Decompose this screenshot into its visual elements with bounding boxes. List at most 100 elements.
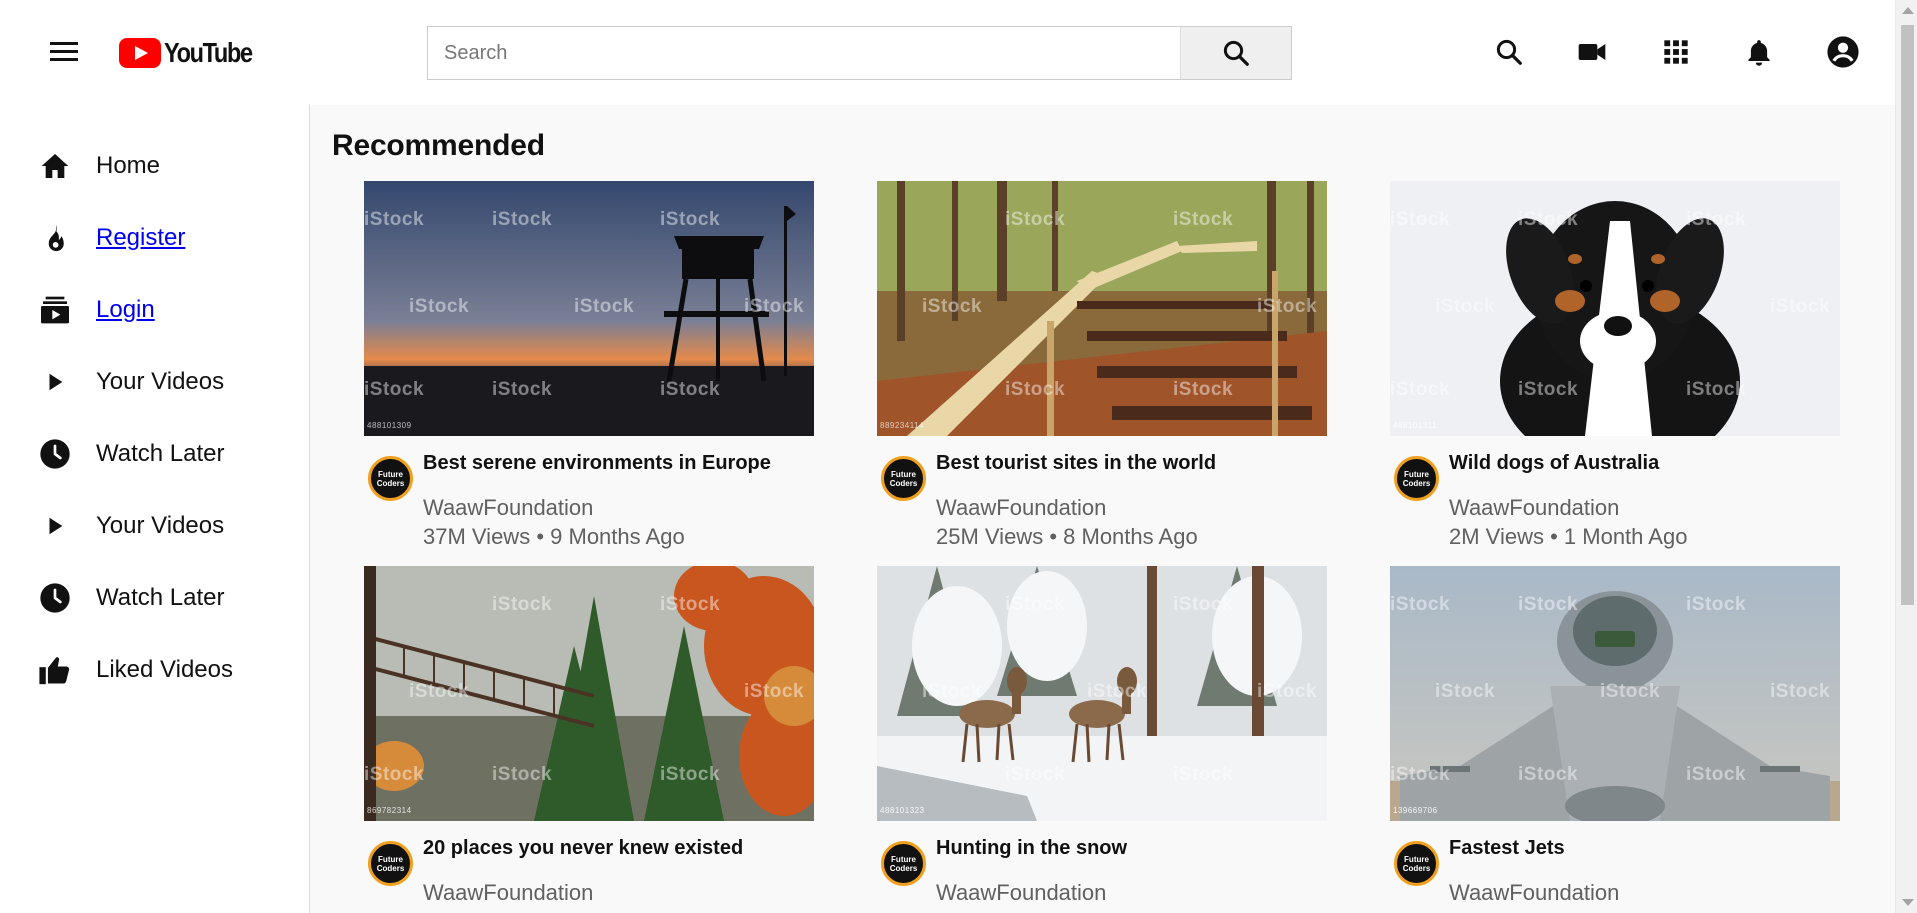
watermark: iStock [1686, 594, 1747, 615]
watermark: iStock [1518, 379, 1579, 400]
watermark: iStock [492, 209, 553, 230]
channel-name[interactable]: WaawFoundation [936, 880, 1106, 906]
video-title[interactable]: 20 places you never knew existed [423, 837, 743, 860]
watermark: iStock [492, 379, 553, 400]
video-title[interactable]: Best serene environments in Europe [423, 452, 771, 475]
youtube-logo[interactable]: YouTube [119, 34, 268, 72]
upload-age: 9 Months Ago [550, 524, 685, 549]
video-camera-icon[interactable] [1572, 32, 1612, 72]
section-title: Recommended [332, 129, 545, 162]
watermark: iStock [1435, 681, 1496, 702]
watermark: iStock [660, 594, 721, 615]
video-thumbnail[interactable]: iStock iStock iStock iStock iStock iStoc… [1390, 181, 1840, 436]
video-card[interactable]: iStock iStock iStock iStock iStock iStoc… [877, 566, 1327, 913]
video-card[interactable]: iStock iStock iStock iStock iStock iStoc… [364, 181, 814, 549]
watermark: iStock [1390, 209, 1451, 230]
search-input[interactable] [428, 27, 1180, 79]
watermark: iStock [1005, 209, 1066, 230]
sidebar-item-your-videos[interactable]: Your Videos [38, 502, 298, 550]
channel-name[interactable]: WaawFoundation [936, 495, 1106, 521]
watermark: iStock [744, 296, 805, 317]
search-icon[interactable] [1489, 32, 1529, 72]
video-thumbnail[interactable]: iStock iStock iStock iStock iStock iStoc… [1390, 566, 1840, 821]
video-info: Future Coders Hunting in the snow WaawFo… [877, 821, 1327, 913]
watermark: iStock [1005, 594, 1066, 615]
video-title[interactable]: Wild dogs of Australia [1449, 452, 1659, 475]
watermark: iStock [492, 764, 553, 785]
sidebar-item-label: Watch Later [96, 584, 225, 611]
watermark: iStock [409, 296, 470, 317]
video-card[interactable]: iStock iStock iStock iStock iStock iStoc… [1390, 181, 1840, 549]
search-button[interactable] [1180, 27, 1291, 79]
image-id: 488101311 [1393, 421, 1437, 430]
sidebar-item-home[interactable]: Home [38, 142, 298, 190]
video-info: Future Coders Wild dogs of Australia Waa… [1390, 436, 1840, 549]
upload-age: 8 Months Ago [1063, 524, 1198, 549]
account-icon[interactable] [1823, 32, 1863, 72]
watermark: iStock [574, 296, 635, 317]
video-meta: 25M Views • 8 Months Ago [936, 524, 1198, 549]
scroll-up-arrow-icon[interactable] [1902, 7, 1914, 14]
video-card[interactable]: iStock iStock iStock iStock iStock iStoc… [364, 566, 814, 913]
channel-avatar[interactable]: Future Coders [881, 841, 926, 886]
channel-avatar[interactable]: Future Coders [881, 456, 926, 501]
video-card[interactable]: iStock iStock iStock iStock iStock iStoc… [877, 181, 1327, 549]
scroll-down-arrow-icon[interactable] [1902, 899, 1914, 906]
video-meta: 37M Views • 9 Months Ago [423, 524, 685, 549]
channel-avatar[interactable]: Future Coders [368, 841, 413, 886]
channel-name[interactable]: WaawFoundation [1449, 880, 1619, 906]
image-id: 488101309 [367, 421, 412, 430]
sidebar-item-liked-videos[interactable]: Liked Videos [38, 646, 298, 694]
video-info: Future Coders 20 places you never knew e… [364, 821, 814, 913]
channel-avatar[interactable]: Future Coders [1394, 456, 1439, 501]
channel-name[interactable]: WaawFoundation [1449, 495, 1619, 521]
image-id: 139669706 [1393, 806, 1438, 815]
play-icon [38, 365, 72, 399]
page-scrollbar[interactable] [1895, 0, 1917, 913]
sidebar-item-watch-later[interactable]: Watch Later [38, 430, 298, 478]
watermark: iStock [1257, 681, 1318, 702]
video-thumbnail[interactable]: iStock iStock iStock iStock iStock iStoc… [877, 181, 1327, 436]
menu-icon[interactable] [46, 37, 82, 67]
watermark: iStock [364, 209, 425, 230]
watermark: iStock [1390, 764, 1451, 785]
watermark: iStock [1173, 764, 1234, 785]
sidebar-item-label: Your Videos [96, 368, 225, 395]
watermark: iStock [1005, 764, 1066, 785]
watermark: iStock [1686, 379, 1747, 400]
image-id: 869782314 [367, 806, 412, 815]
video-title[interactable]: Best tourist sites in the world [936, 452, 1216, 475]
logo-text: YouTube [164, 37, 253, 68]
apps-grid-icon[interactable] [1656, 32, 1696, 72]
channel-name[interactable]: WaawFoundation [423, 880, 593, 906]
watermark: iStock [1005, 379, 1066, 400]
watermark: iStock [1686, 209, 1747, 230]
sidebar-item-label: Home [96, 152, 161, 179]
video-title[interactable]: Hunting in the snow [936, 837, 1127, 860]
channel-avatar[interactable]: Future Coders [368, 456, 413, 501]
channel-name[interactable]: WaawFoundation [423, 495, 593, 521]
video-thumbnail[interactable]: iStock iStock iStock iStock iStock iStoc… [364, 566, 814, 821]
video-thumbnail[interactable]: iStock iStock iStock iStock iStock iStoc… [364, 181, 814, 436]
watermark: iStock [1435, 296, 1496, 317]
video-title[interactable]: Fastest Jets [1449, 837, 1565, 860]
login-link[interactable]: Login [96, 296, 155, 324]
channel-avatar[interactable]: Future Coders [1394, 841, 1439, 886]
video-thumbnail[interactable]: iStock iStock iStock iStock iStock iStoc… [877, 566, 1327, 821]
sidebar-item-watch-later[interactable]: Watch Later [38, 574, 298, 622]
scrollbar-thumb[interactable] [1901, 25, 1914, 605]
sidebar-item-register[interactable]: Register [38, 214, 298, 262]
watermark: iStock [1390, 379, 1451, 400]
image-id: 889234114 [880, 421, 924, 430]
sidebar-item-your-videos[interactable]: Your Videos [38, 358, 298, 406]
play-icon [38, 509, 72, 543]
sidebar-item-login[interactable]: Login [38, 286, 298, 334]
watermark: iStock [364, 764, 425, 785]
clock-icon [38, 437, 72, 471]
watermark: iStock [660, 209, 721, 230]
watermark: iStock [364, 379, 425, 400]
video-card[interactable]: iStock iStock iStock iStock iStock iStoc… [1390, 566, 1840, 913]
view-count: 2M Views [1449, 524, 1544, 549]
bell-icon[interactable] [1739, 32, 1779, 72]
register-link[interactable]: Register [96, 224, 185, 252]
